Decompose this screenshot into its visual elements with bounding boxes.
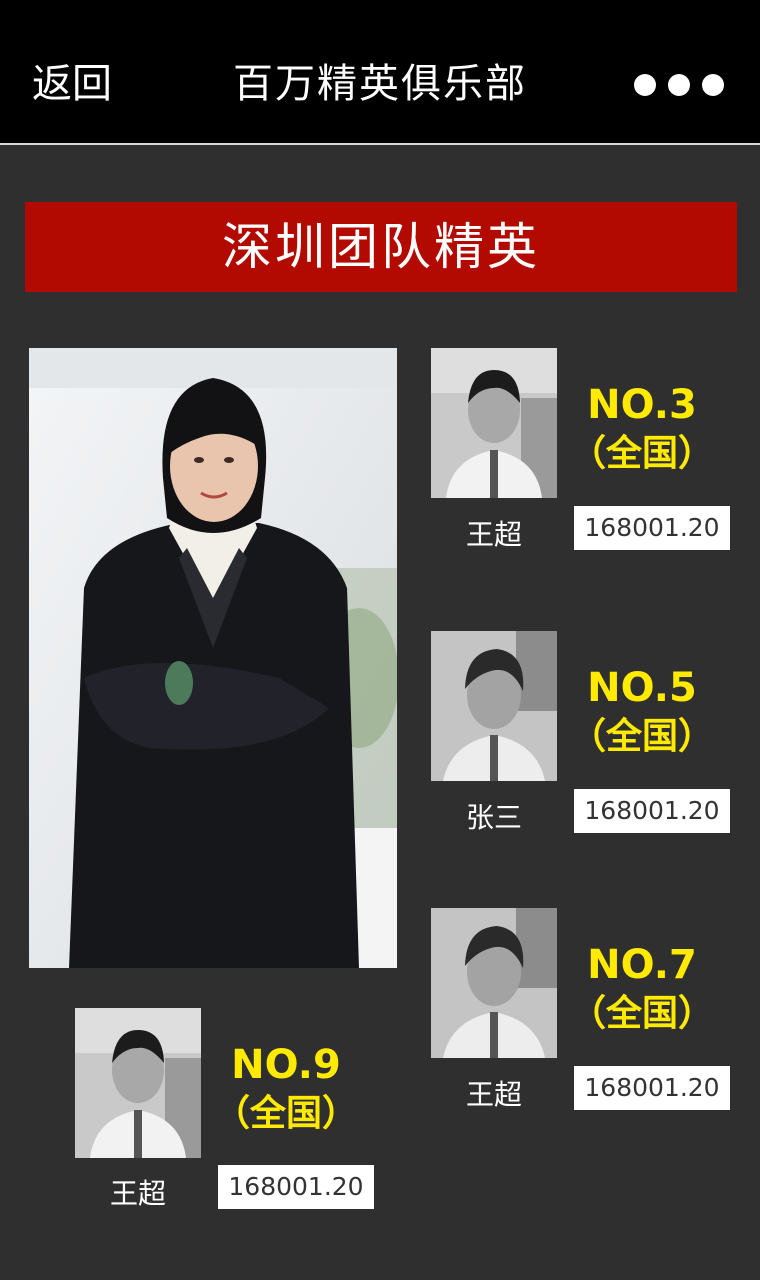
rank-number: NO.7 [587,942,697,988]
member-avatar-image [431,908,557,1058]
rank-scope: （全国） [569,716,714,757]
member-photo [75,1008,201,1158]
featured-leader-photo [29,348,397,968]
member-photo [431,908,557,1058]
member-score: 168001.20 [574,1066,730,1110]
team-banner-title: 深圳团队精英 [222,218,540,276]
member-avatar-image [75,1008,201,1158]
rank-scope: （全国） [569,433,714,474]
member-score: 168001.20 [218,1165,374,1209]
top-nav-bar: 返回 百万精英俱乐部 [0,0,760,145]
member-name: 王超 [465,1078,522,1111]
rank-label: NO.3 （全国） [562,380,722,478]
rank-number: NO.9 [231,1042,341,1088]
member-photo [431,631,557,781]
more-dots-icon[interactable] [626,70,732,100]
member-avatar-image [431,348,557,498]
rank-label: NO.9 （全国） [206,1040,366,1138]
featured-leader-illustration [29,348,397,968]
member-score: 168001.20 [574,506,730,550]
rank-number: NO.3 [587,382,697,428]
member-name: 张三 [465,801,522,834]
rank-label: NO.5 （全国） [562,663,722,761]
rank-scope: （全国） [213,1093,358,1134]
rank-number: NO.5 [587,665,697,711]
member-name: 王超 [109,1177,166,1210]
back-button[interactable]: 返回 [32,58,112,110]
member-photo [431,348,557,498]
member-avatar-image [431,631,557,781]
member-name: 王超 [465,518,522,551]
member-score: 168001.20 [574,789,730,833]
team-banner: 深圳团队精英 [25,202,737,292]
rank-label: NO.7 （全国） [562,940,722,1038]
rank-scope: （全国） [569,993,714,1034]
